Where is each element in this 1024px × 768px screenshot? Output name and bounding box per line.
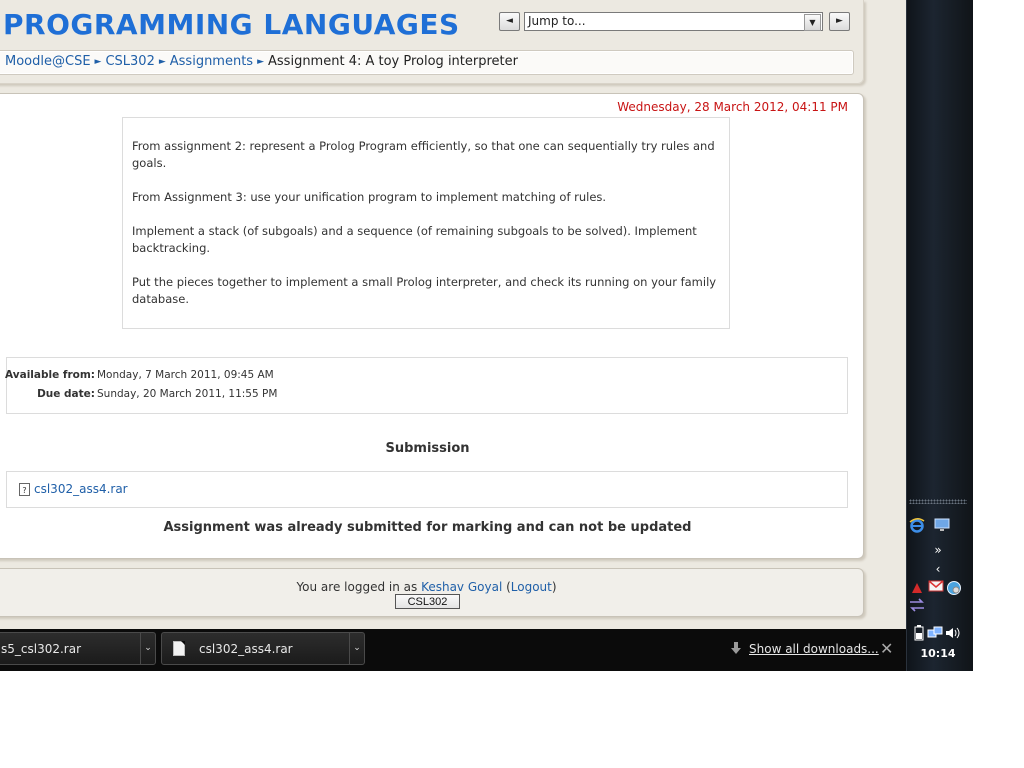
show-all-downloads-link[interactable]: Show all downloads... [749,642,879,656]
network-globe-icon[interactable] [946,580,962,596]
download-item[interactable]: s5_csl302.rar ⌄ [0,632,156,665]
download-arrow-icon [729,641,743,659]
breadcrumb-separator-icon: ► [158,57,166,67]
breadcrumb-link-course[interactable]: CSL302 [105,54,154,69]
chevron-down-icon[interactable]: ⌄ [349,633,364,664]
collapse-tray-icon[interactable]: ‹ [930,561,946,577]
breadcrumb: Moodle@CSE ► CSL302 ► Assignments ► Assignment… [5,54,518,69]
due-date-value: Sunday, 20 March 2011, 11:55 PM [97,388,278,400]
dates-box: Available from: Monday, 7 March 2011, 09… [5,357,848,414]
submitted-files-box: ? csl302_ass4.rar [6,471,848,508]
show-desktop-icon[interactable] [934,518,950,534]
course-home-button[interactable]: CSL302 [395,594,460,609]
screen: PROGRAMMING LANGUAGES ◄ Jump to... ▼ ► M… [0,0,973,671]
breadcrumb-separator-icon: ► [94,57,102,67]
breadcrumb-link-assignments[interactable]: Assignments [170,54,253,69]
available-from-value: Monday, 7 March 2011, 09:45 AM [97,369,274,381]
close-icon[interactable]: ✕ [880,639,893,658]
internet-explorer-icon[interactable] [909,517,925,533]
submitted-file-link[interactable]: csl302_ass4.rar [34,482,128,496]
browser-viewport: PROGRAMMING LANGUAGES ◄ Jump to... ▼ ► M… [0,0,906,629]
jump-prev-button[interactable]: ◄ [499,12,520,31]
user-profile-link[interactable]: Keshav Goyal [421,580,502,594]
jump-to-select[interactable]: Jump to... ▼ [524,12,823,31]
battery-icon[interactable] [911,625,927,641]
swap-icon[interactable] [909,598,925,614]
jump-to-selected: Jump to... [528,14,586,28]
breadcrumb-current: Assignment 4: A toy Prolog interpreter [268,54,518,69]
due-date-label: Due date: [37,388,95,400]
expand-chevrons-icon[interactable]: » [930,542,946,558]
available-from-label: Available from: [5,369,95,381]
login-info: You are logged in as Keshav Goyal (Logou… [0,580,853,594]
breadcrumb-separator-icon: ► [257,57,265,67]
download-item-name: csl302_ass4.rar [199,642,293,656]
description-paragraph: From assignment 2: represent a Prolog Pr… [132,139,715,170]
download-item[interactable]: csl302_ass4.rar ⌄ [161,632,365,665]
logout-close: ) [551,580,557,594]
network-icon[interactable] [927,625,943,641]
current-date: Wednesday, 28 March 2012, 04:11 PM [617,100,848,114]
description-paragraph: From Assignment 3: use your unification … [132,190,607,204]
site-title: PROGRAMMING LANGUAGES [3,8,460,41]
jump-next-button[interactable]: ► [829,12,850,31]
volume-icon[interactable] [945,625,961,641]
description-paragraph: Put the pieces together to implement a s… [132,275,717,306]
pdf-icon[interactable] [909,581,925,597]
due-date-row: Due date: Sunday, 20 March 2011, 11:55 P… [7,388,847,407]
chevron-down-icon[interactable]: ▼ [804,14,821,31]
description-paragraph: Implement a stack (of subgoals) and a se… [132,224,697,255]
document-icon [173,641,185,656]
system-clock[interactable]: 10:14 [906,647,970,660]
available-from-row: Available from: Monday, 7 March 2011, 09… [5,369,847,388]
submission-heading: Submission [385,441,470,456]
taskbar-grip[interactable] [909,499,967,504]
unknown-file-icon: ? [19,483,30,496]
submission-notice: Assignment was already submitted for mar… [163,520,692,535]
breadcrumb-link-moodle[interactable]: Moodle@CSE [5,54,91,69]
logout-link[interactable]: Logout [511,580,552,594]
login-prefix: You are logged in as [296,580,422,594]
assignment-description: From assignment 2: represent a Prolog Pr… [122,117,730,329]
download-item-name: s5_csl302.rar [1,642,82,656]
chevron-down-icon[interactable]: ⌄ [140,633,155,664]
gmail-icon[interactable] [928,579,944,595]
logout-open: ( [502,580,511,594]
